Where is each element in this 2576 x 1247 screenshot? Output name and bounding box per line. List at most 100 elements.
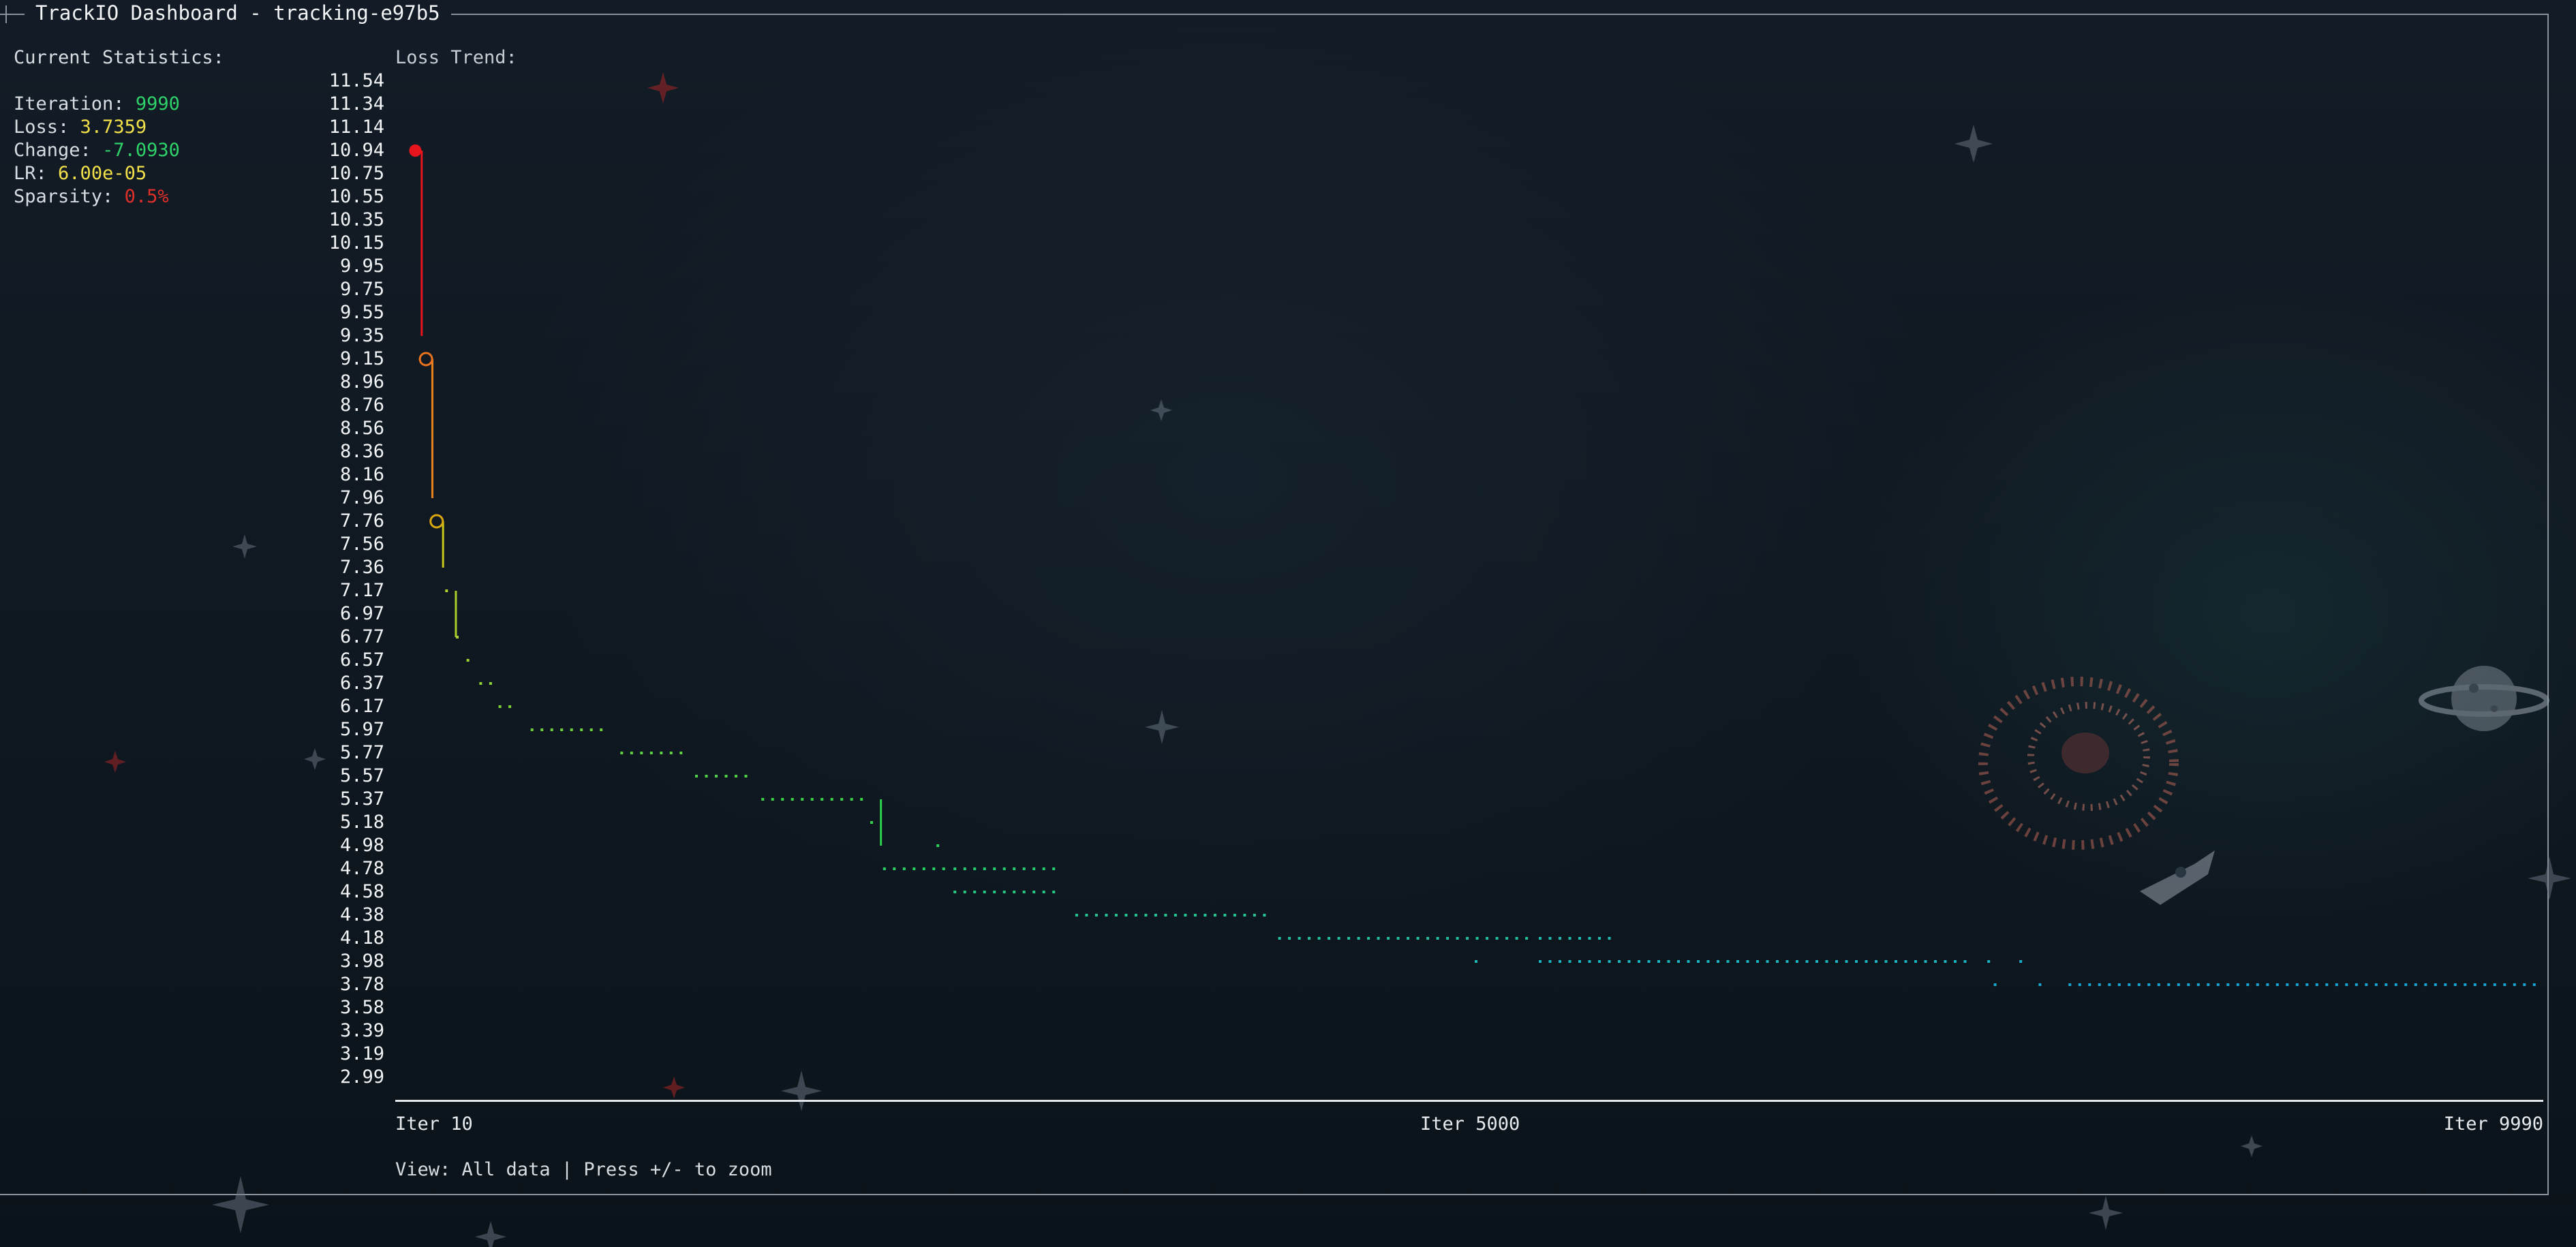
loss-point xyxy=(1032,867,1036,870)
loss-point xyxy=(810,798,814,801)
loss-point xyxy=(1559,960,1561,963)
loss-point xyxy=(498,705,502,708)
loss-point xyxy=(850,798,853,801)
loss-point xyxy=(1396,937,1400,940)
loss-point xyxy=(1568,960,1571,963)
loss-point xyxy=(1002,867,1006,870)
loss-point xyxy=(1588,960,1591,963)
loss-point xyxy=(2207,983,2210,986)
loss-point xyxy=(1164,914,1167,917)
loss-point xyxy=(1475,937,1479,940)
loss-point xyxy=(1075,914,1078,917)
loss-point xyxy=(1756,960,1759,963)
loss-point xyxy=(1776,960,1779,963)
loss-point xyxy=(993,867,996,870)
loss-point xyxy=(1736,960,1739,963)
loss-point xyxy=(1446,937,1450,940)
loss-point xyxy=(1914,960,1917,963)
loss-point xyxy=(2532,983,2536,986)
loss-point xyxy=(1475,960,1477,963)
loss-point xyxy=(669,752,673,754)
loss-point xyxy=(1539,960,1542,963)
loss-point xyxy=(1726,960,1730,963)
loss-point xyxy=(2444,983,2447,986)
loss-point xyxy=(1013,891,1016,893)
x-axis-line xyxy=(395,1100,2543,1102)
loss-point xyxy=(2513,983,2516,986)
loss-point xyxy=(1548,937,1552,940)
loss-point xyxy=(2374,983,2378,986)
loss-point xyxy=(1426,937,1430,940)
loss-point xyxy=(821,798,824,801)
loss-point xyxy=(922,867,925,870)
loss-point xyxy=(2355,983,2358,986)
loss-point xyxy=(1884,960,1888,963)
loss-point xyxy=(1598,960,1601,963)
loss-point xyxy=(1298,937,1301,940)
loss-point xyxy=(963,867,966,870)
loss-point xyxy=(1094,914,1098,917)
loss-point xyxy=(1193,914,1197,917)
loss-point xyxy=(942,867,945,870)
loss-point xyxy=(715,775,718,778)
loss-marker xyxy=(429,514,444,529)
loss-point xyxy=(1608,960,1611,963)
loss-point xyxy=(1845,960,1848,963)
loss-point xyxy=(1559,937,1561,940)
loss-point xyxy=(530,728,534,731)
loss-point xyxy=(1667,960,1670,963)
loss-point xyxy=(1805,960,1809,963)
loss-point xyxy=(1184,914,1187,917)
loss-point xyxy=(2078,983,2081,986)
loss-point xyxy=(1815,960,1818,963)
loss-point xyxy=(1657,960,1660,963)
loss-point xyxy=(1174,914,1177,917)
loss-point xyxy=(2177,983,2180,986)
loss-point xyxy=(2108,983,2111,986)
loss-point xyxy=(679,752,683,754)
loss-point xyxy=(1042,891,1045,893)
loss-point xyxy=(860,798,863,801)
x-tick-label-start: Iter 10 xyxy=(395,1113,473,1135)
loss-point xyxy=(1052,891,1056,893)
loss-point xyxy=(1144,914,1148,917)
loss-point xyxy=(1042,867,1045,870)
loss-point xyxy=(1548,960,1552,963)
loss-point xyxy=(2434,983,2437,986)
loss-point xyxy=(1134,914,1137,917)
loss-marker xyxy=(418,352,433,367)
loss-point xyxy=(1825,960,1828,963)
loss-point xyxy=(963,891,966,893)
loss-point xyxy=(649,752,653,754)
loss-point xyxy=(1213,914,1216,917)
loss-point xyxy=(1105,914,1108,917)
loss-point xyxy=(1154,914,1157,917)
loss-point xyxy=(1746,960,1749,963)
loss-point xyxy=(600,728,603,731)
loss-point xyxy=(2523,983,2526,986)
loss-point xyxy=(1367,937,1370,940)
loss-point xyxy=(1706,960,1710,963)
loss-point xyxy=(1013,867,1016,870)
loss-point xyxy=(479,682,482,685)
loss-point xyxy=(1124,914,1128,917)
loss-point xyxy=(1924,960,1927,963)
loss-point xyxy=(1337,937,1340,940)
loss-point xyxy=(1785,960,1789,963)
loss-point xyxy=(540,728,544,731)
loss-point xyxy=(1525,937,1529,940)
loss-point xyxy=(744,775,748,778)
loss-point xyxy=(2453,983,2457,986)
loss-point xyxy=(983,867,986,870)
loss-point xyxy=(2068,983,2072,986)
loss-point xyxy=(580,728,583,731)
loss-point xyxy=(489,682,492,685)
loss-point xyxy=(902,867,906,870)
x-tick-label-mid: Iter 5000 xyxy=(1420,1113,1520,1135)
loss-point xyxy=(2266,983,2269,986)
loss-point xyxy=(953,891,957,893)
loss-point xyxy=(2385,983,2388,986)
loss-point xyxy=(1347,937,1351,940)
loss-point xyxy=(2464,983,2467,986)
loss-point xyxy=(1717,960,1719,963)
